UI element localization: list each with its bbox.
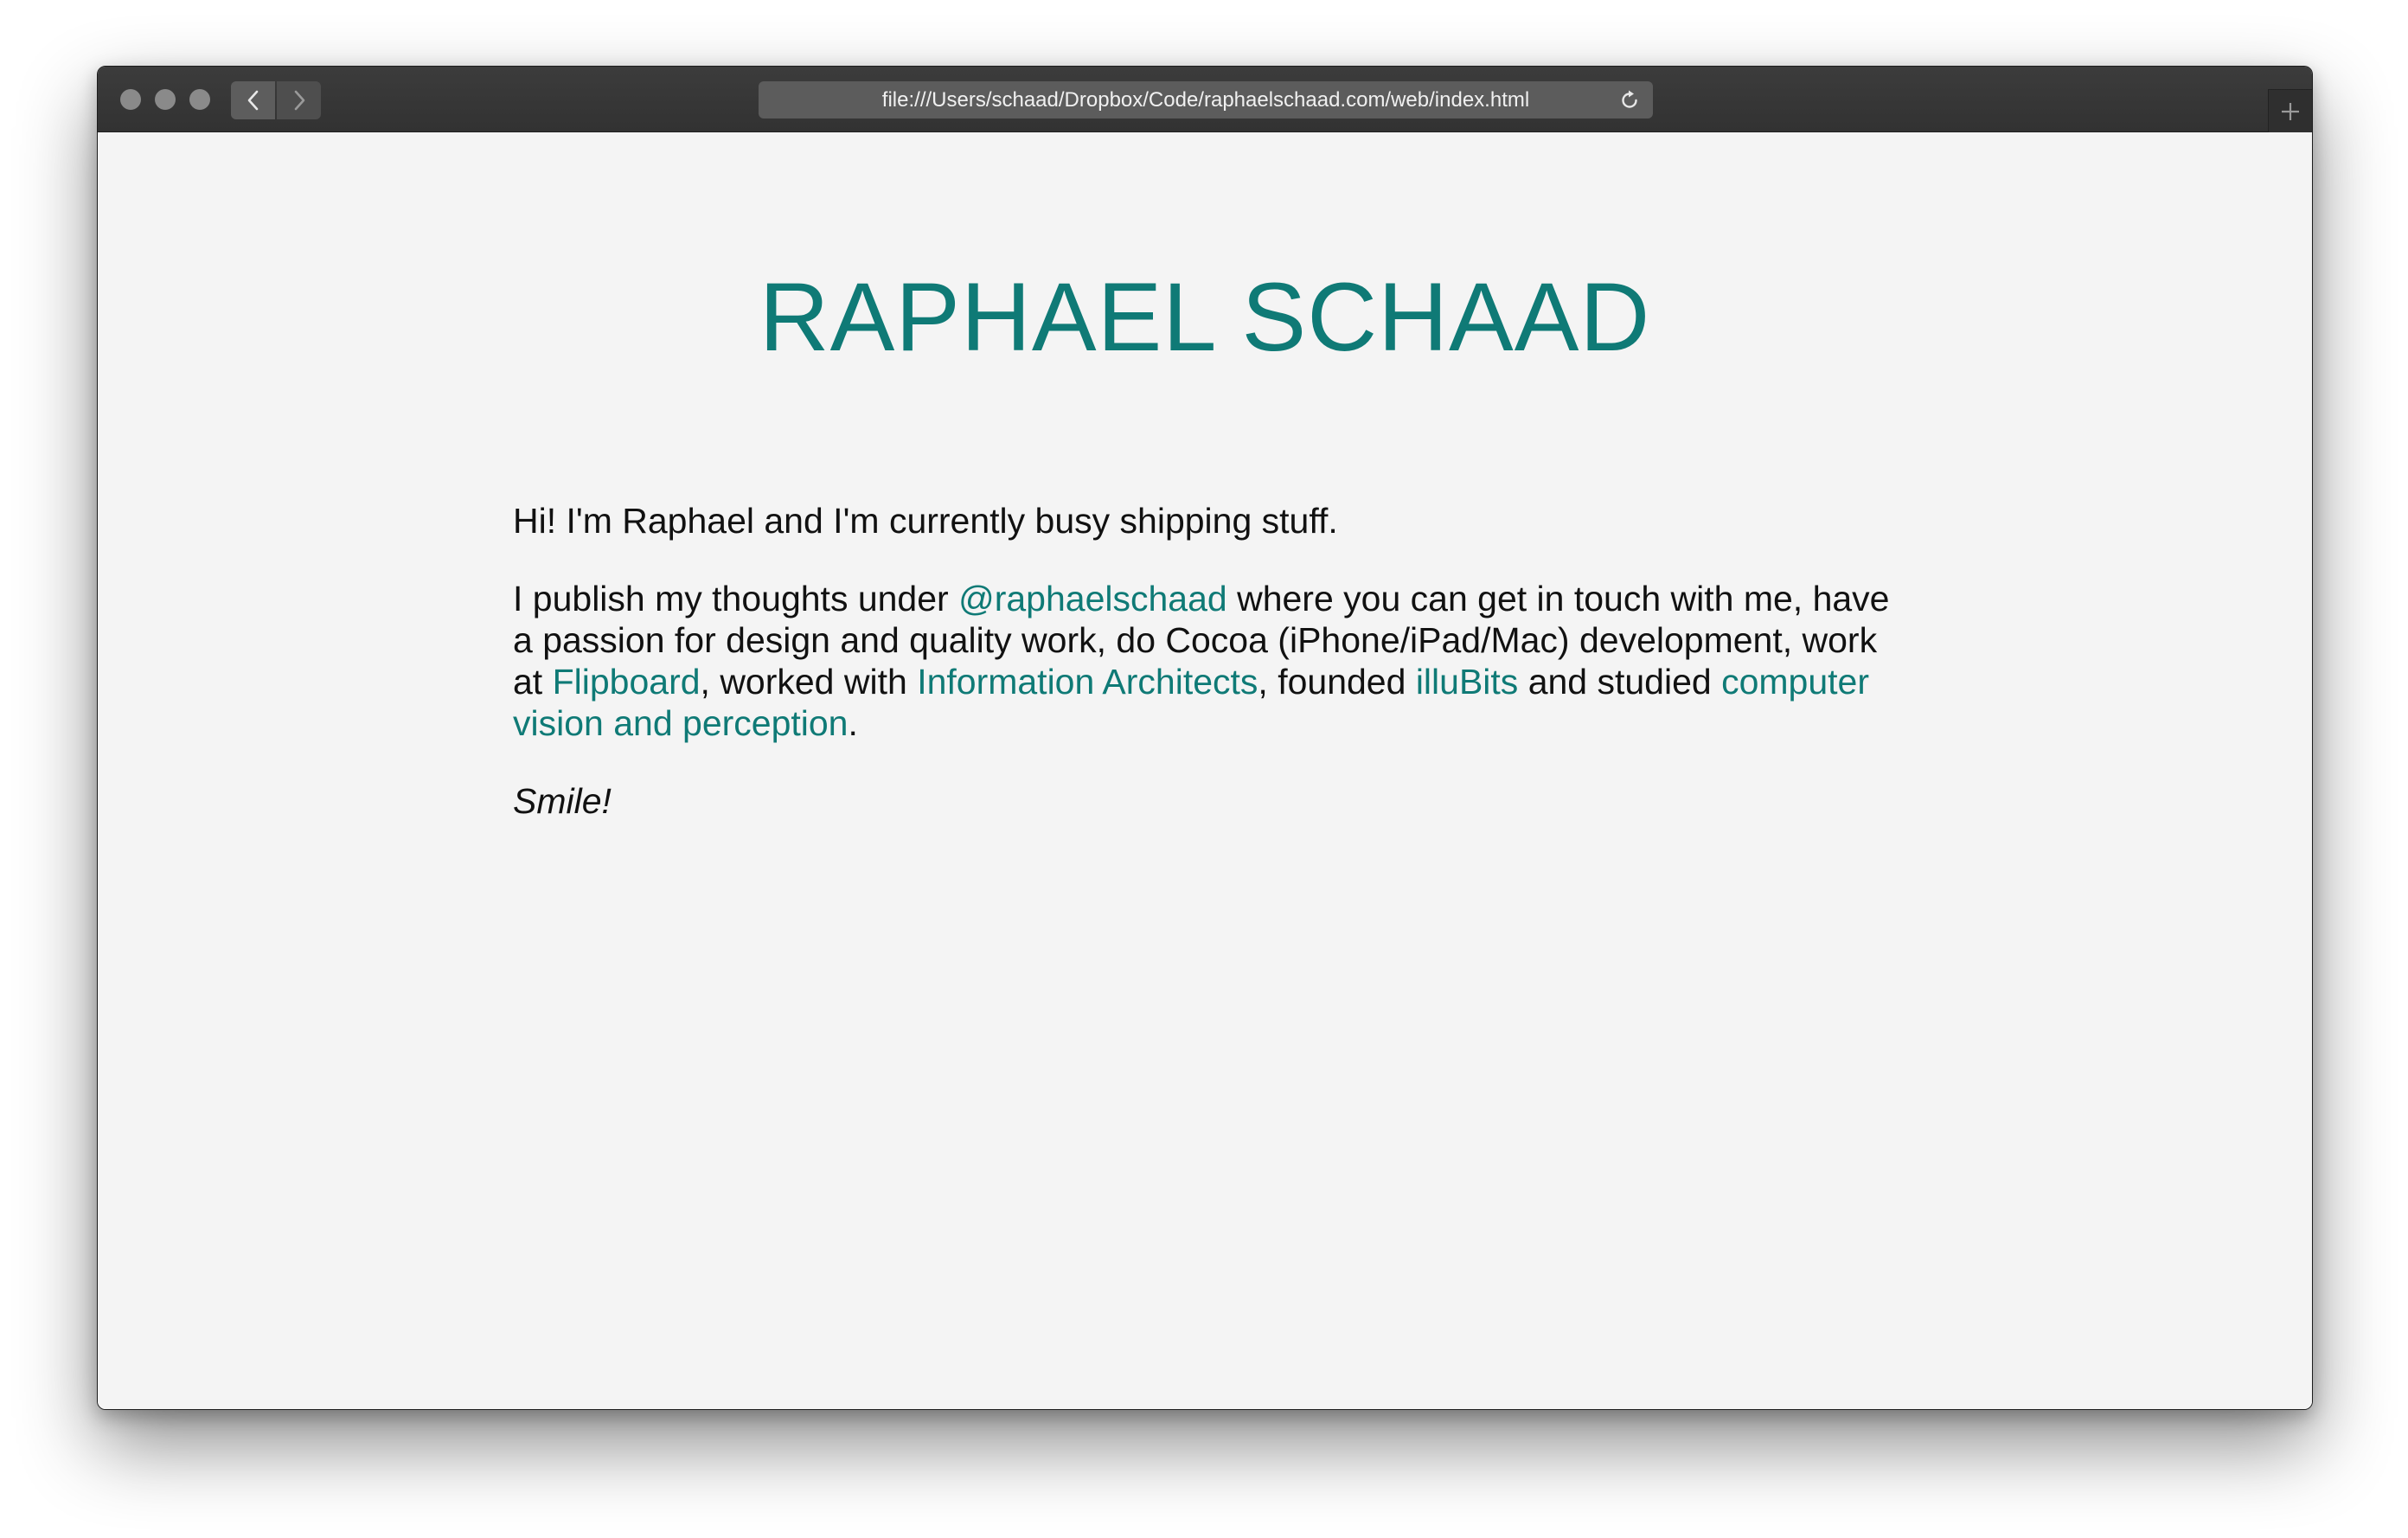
illubits-link[interactable]: illuBits	[1416, 662, 1518, 702]
information-architects-link[interactable]: Information Architects	[917, 662, 1258, 702]
page-title: RAPHAEL SCHAAD	[759, 263, 1651, 371]
bio-text: and studied	[1518, 662, 1722, 702]
plus-icon	[2282, 102, 2299, 120]
browser-titlebar: file:///Users/schaad/Dropbox/Code/raphae…	[98, 67, 2312, 132]
bio-paragraph: I publish my thoughts under @raphaelscha…	[513, 578, 1897, 744]
window-close-button[interactable]	[120, 89, 141, 110]
chevron-right-icon	[294, 90, 304, 111]
twitter-link[interactable]: @raphaelschaad	[958, 579, 1227, 618]
browser-window: file:///Users/schaad/Dropbox/Code/raphae…	[97, 66, 2313, 1410]
navigation-buttons	[231, 81, 321, 119]
bio-text: .	[848, 703, 858, 743]
back-button[interactable]	[231, 81, 275, 119]
page-content: Hi! I'm Raphael and I'm currently busy s…	[513, 500, 1897, 858]
web-page: RAPHAEL SCHAAD Hi! I'm Raphael and I'm c…	[98, 132, 2312, 1409]
intro-paragraph: Hi! I'm Raphael and I'm currently busy s…	[513, 501, 1338, 541]
window-minimize-button[interactable]	[155, 89, 176, 110]
flipboard-link[interactable]: Flipboard	[553, 662, 701, 702]
new-tab-button[interactable]	[2268, 89, 2312, 132]
window-zoom-button[interactable]	[189, 89, 210, 110]
address-bar[interactable]: file:///Users/schaad/Dropbox/Code/raphae…	[759, 81, 1653, 119]
closing-text: Smile!	[513, 781, 612, 821]
chevron-left-icon	[247, 90, 258, 111]
url-text: file:///Users/schaad/Dropbox/Code/raphae…	[881, 88, 1530, 112]
reload-icon[interactable]	[1618, 89, 1641, 112]
forward-button[interactable]	[277, 81, 321, 119]
bio-text: I publish my thoughts under	[513, 579, 959, 618]
bio-text: , worked with	[700, 662, 918, 702]
bio-text: , founded	[1258, 662, 1416, 702]
